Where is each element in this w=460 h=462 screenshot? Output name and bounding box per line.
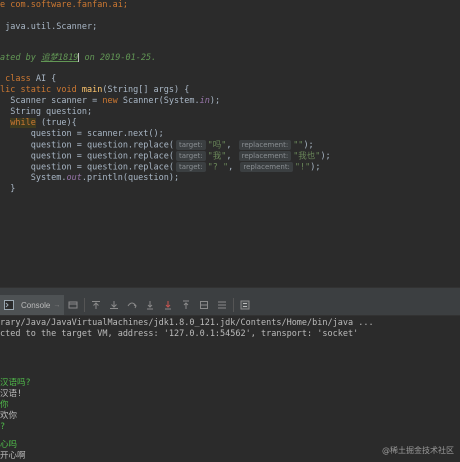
scroll-to-top-icon[interactable] xyxy=(89,298,103,312)
evaluate-expression-icon[interactable] xyxy=(238,298,252,312)
package-statement: e com.software.fanfan.ai; xyxy=(0,0,128,10)
while-condition: (true){ xyxy=(35,118,77,128)
question-decl: String question; xyxy=(0,107,93,117)
system-in-field: in xyxy=(199,96,210,106)
console-toolbar: Console → xyxy=(0,295,460,316)
console-program-output: 汉语! xyxy=(0,389,23,399)
console-program-output: 开心啊 xyxy=(0,451,26,461)
param-hint-replacement: replacement: xyxy=(238,140,292,150)
console-user-input: 你 xyxy=(0,400,9,410)
replace-target-string: "? " xyxy=(207,162,229,173)
comment-prefix: ated by xyxy=(0,53,41,63)
step-over-icon[interactable] xyxy=(125,298,139,312)
replace-value-string: "我也" xyxy=(293,151,321,162)
scanner-end: ); xyxy=(209,96,221,106)
console-icon xyxy=(2,298,16,312)
console-vm-connected: cted to the target VM, address: '127.0.0… xyxy=(0,329,359,339)
scroll-to-bottom-icon[interactable] xyxy=(107,298,121,312)
code-line-author-comment: ated by 追梦1819 on 2019-01-25. xyxy=(0,53,156,64)
system-out-field: out xyxy=(66,173,82,183)
replace-value-string: "!" xyxy=(294,162,311,173)
closing-brace: } xyxy=(0,184,16,194)
console-user-input: 心吗 xyxy=(0,440,18,450)
replace-call: question = question.replace( xyxy=(0,140,174,151)
class-name: AI { xyxy=(35,74,57,84)
run-to-cursor-icon[interactable] xyxy=(215,298,229,312)
param-hint-target: target: xyxy=(176,140,206,150)
console-user-input: 汉语吗? xyxy=(0,378,31,388)
tab-arrow-icon: → xyxy=(53,301,61,309)
code-editor[interactable]: e com.software.fanfan.ai; java.util.Scan… xyxy=(0,0,460,287)
restore-layout-icon[interactable] xyxy=(66,298,80,312)
force-step-into-icon[interactable] xyxy=(161,298,175,312)
println-call: .println(question); xyxy=(81,173,180,183)
code-line-replace-3: question = question.replace(target: "? ",… xyxy=(0,162,321,173)
comment-author: 追梦1819 xyxy=(40,53,79,63)
scanner-decl: Scanner scanner = xyxy=(0,96,103,106)
param-hint-replacement: replacement: xyxy=(238,151,292,161)
scanner-ctor: Scanner(System. xyxy=(117,96,200,106)
code-line-package: e com.software.fanfan.ai; xyxy=(0,0,128,11)
toolbar-separator xyxy=(84,298,86,312)
tab-console-label: Console xyxy=(21,300,51,310)
code-line-println: System.out.println(question); xyxy=(0,173,179,184)
param-hint-target: target: xyxy=(176,162,206,172)
code-line-while: while (true){ xyxy=(0,118,77,129)
code-line-question-decl: String question; xyxy=(0,107,92,118)
main-signature: (String[] args) { xyxy=(102,85,190,95)
replace-target-string: "我" xyxy=(207,151,227,162)
watermark: @稀土掘金技术社区 xyxy=(382,445,454,456)
close-paren: ); xyxy=(310,162,321,173)
system-ref: System. xyxy=(0,173,67,183)
code-line-import: java.util.Scanner; xyxy=(0,22,97,33)
replace-target-string: "吗" xyxy=(207,140,227,151)
tab-console[interactable]: Console → xyxy=(0,295,65,315)
scanner-next-call: question = scanner.next(); xyxy=(0,129,164,139)
console-java-command: rary/Java/JavaVirtualMachines/jdk1.8.0_1… xyxy=(0,318,374,328)
replace-value-string: "" xyxy=(293,140,304,151)
step-into-icon[interactable] xyxy=(143,298,157,312)
watermark-text: @稀土掘金技术社区 xyxy=(382,446,454,455)
console-program-output: 欢你 xyxy=(0,411,18,421)
run-tool-window: Console → rary/Java/JavaVirtualMachines/… xyxy=(0,287,460,461)
main-modifiers: lic static void xyxy=(0,85,82,95)
close-paren: ); xyxy=(303,140,314,151)
toolbar-separator xyxy=(233,298,235,312)
comment-suffix: on 2019-01-25. xyxy=(79,53,157,63)
while-keyword: while xyxy=(10,118,36,128)
code-line-replace-2: question = question.replace(target: "我", … xyxy=(0,151,331,162)
step-out-icon[interactable] xyxy=(179,298,193,312)
code-line-next: question = scanner.next(); xyxy=(0,129,164,140)
drop-frame-icon[interactable] xyxy=(197,298,211,312)
console-output[interactable]: rary/Java/JavaVirtualMachines/jdk1.8.0_1… xyxy=(0,316,460,461)
import-statement: java.util.Scanner; xyxy=(0,22,98,32)
replace-call: question = question.replace( xyxy=(0,162,174,173)
replace-call: question = question.replace( xyxy=(0,151,174,162)
code-line-close-brace: } xyxy=(0,184,15,195)
param-hint-replacement: replacement: xyxy=(240,162,293,172)
code-line-replace-1: question = question.replace(target: "吗", … xyxy=(0,140,314,151)
code-line-scanner: Scanner scanner = new Scanner(System.in)… xyxy=(0,96,220,107)
code-line-main: lic static void main(String[] args) { xyxy=(0,85,189,96)
main-method-name: main xyxy=(81,85,103,95)
class-keyword: class xyxy=(0,74,36,84)
param-hint-target: target: xyxy=(176,151,206,161)
console-user-input: ? xyxy=(0,422,6,432)
new-keyword: new xyxy=(102,96,118,106)
code-line-class: class AI { xyxy=(0,74,56,85)
close-paren: ); xyxy=(320,151,331,162)
